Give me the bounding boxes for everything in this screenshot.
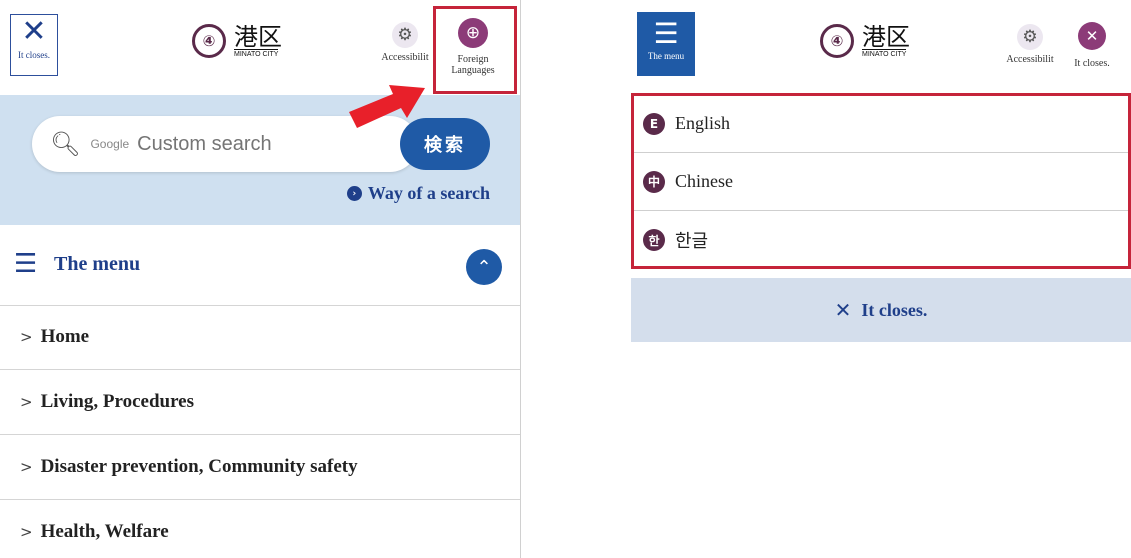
chevron-right-icon: › — [346, 186, 362, 201]
close-bar-label: It closes. — [861, 299, 928, 320]
close-icon: ✕ — [1078, 22, 1106, 50]
nav-item-label: Home — [40, 326, 90, 347]
search-section: 🔍︎ Google 検索 › Way of a search — [0, 95, 520, 225]
search-input[interactable] — [135, 131, 320, 157]
site-logo[interactable]: ④ 港区 MINATO CITY — [820, 24, 910, 58]
close-languages-bar[interactable]: ✕ It closes. — [631, 278, 1131, 342]
close-icon: ✕ — [834, 298, 852, 322]
close-menu-label: It closes. — [18, 50, 50, 60]
minato-emblem-icon: ④ — [820, 24, 854, 58]
nav-item-label: Health, Welfare — [40, 521, 169, 542]
hamburger-icon: ☰ — [14, 249, 38, 279]
nav-item-living-procedures[interactable]: > Living, Procedures — [0, 370, 520, 435]
logo-english: MINATO CITY — [234, 48, 279, 58]
accessibility-label: Accessibilit — [1006, 54, 1054, 65]
logo-japanese: 港区 — [234, 22, 282, 51]
close-menu-button[interactable]: ✕ It closes. — [10, 14, 58, 76]
accessibility-label: Accessibilit — [381, 52, 429, 63]
search-help-link[interactable]: › Way of a search — [346, 183, 490, 204]
close-languages-label: It closes. — [1074, 58, 1110, 69]
chevron-right-icon: > — [20, 393, 33, 411]
accessibility-button[interactable]: ⚙ Accessibilit — [374, 22, 436, 64]
minato-emblem-icon: ④ — [192, 24, 226, 58]
menu-button-label: The menu — [647, 51, 685, 61]
google-brand: Google — [90, 137, 130, 151]
right-screen: ☰ The menu ④ 港区 MINATO CITY ⚙ Accessibil… — [631, 0, 1131, 342]
close-icon: ✕ — [21, 14, 47, 49]
hamburger-icon: ☰ — [653, 17, 679, 50]
nav-item-label: Living, Procedures — [40, 391, 194, 412]
highlight-foreign-languages — [433, 6, 517, 94]
accessibility-button[interactable]: ⚙ Accessibilit — [999, 24, 1061, 66]
close-languages-button[interactable]: ✕ It closes. — [1061, 22, 1123, 70]
site-logo[interactable]: ④ 港区 MINATO CITY — [192, 24, 282, 58]
left-screen: ✕ It closes. ④ 港区 MINATO CITY ⚙ Accessib… — [0, 0, 521, 558]
nav-item-disaster-prevention[interactable]: > Disaster prevention, Community safety — [0, 435, 520, 500]
menu-button[interactable]: ☰ The menu — [637, 12, 695, 76]
highlight-language-list — [631, 93, 1131, 269]
nav-item-home[interactable]: > Home — [0, 305, 520, 370]
annotation-arrow-icon — [349, 85, 425, 128]
chevron-right-icon: > — [20, 523, 33, 541]
site-header-menu-open: ☰ The menu ④ 港区 MINATO CITY ⚙ Accessibil… — [631, 0, 1131, 93]
search-help-label: Way of a search — [367, 183, 490, 203]
nav-item-label: Disaster prevention, Community safety — [40, 456, 358, 477]
menu-title: The menu — [54, 253, 141, 275]
nav-item-health-welfare[interactable]: > Health, Welfare — [0, 500, 520, 558]
logo-english: MINATO CITY — [862, 48, 907, 58]
gear-icon: ⚙ — [1017, 24, 1043, 50]
chevron-right-icon: > — [20, 328, 33, 346]
logo-japanese: 港区 — [862, 22, 910, 51]
menu-header: ☰ The menu ⌃ — [0, 225, 520, 306]
chevron-right-icon: > — [20, 458, 33, 476]
gear-icon: ⚙ — [392, 22, 418, 48]
search-icon: 🔍︎ — [50, 130, 81, 158]
collapse-menu-button[interactable]: ⌃ — [466, 249, 502, 285]
